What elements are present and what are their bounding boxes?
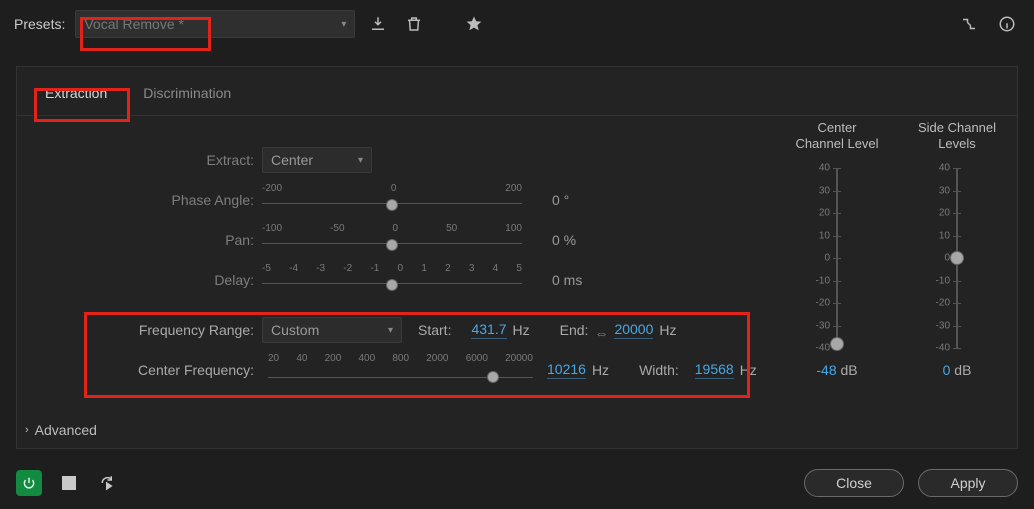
- center-freq-value[interactable]: 10216: [547, 361, 586, 379]
- effect-panel: Extraction Discrimination Extract: Cente…: [16, 66, 1018, 449]
- apply-button[interactable]: Apply: [918, 469, 1018, 497]
- presets-dropdown[interactable]: Vocal Remove * ▾: [75, 10, 355, 38]
- stop-icon[interactable]: [56, 470, 82, 496]
- center-freq-label: Center Frequency:: [37, 362, 262, 378]
- end-label: End:: [560, 322, 589, 338]
- trash-icon[interactable]: [401, 11, 427, 37]
- advanced-toggle[interactable]: › Advanced: [25, 422, 97, 438]
- start-label: Start:: [418, 322, 451, 338]
- chevron-down-icon: ▾: [358, 155, 363, 166]
- tab-extraction[interactable]: Extraction: [41, 79, 111, 107]
- side-level-db[interactable]: 0 dB: [943, 362, 972, 378]
- close-button[interactable]: Close: [804, 469, 904, 497]
- side-level-slider[interactable]: 403020100-10-20-30-40: [934, 168, 980, 348]
- start-value[interactable]: 431.7: [471, 321, 506, 339]
- center-level-title2: Channel Level: [795, 136, 878, 151]
- chevron-right-icon: ›: [25, 424, 29, 436]
- pan-slider[interactable]: -100-50050100: [262, 223, 522, 257]
- extract-dropdown[interactable]: Center ▾: [262, 147, 372, 173]
- start-unit: Hz: [513, 322, 530, 338]
- center-level-db[interactable]: -48 dB: [816, 362, 857, 378]
- end-unit: Hz: [659, 322, 676, 338]
- favorite-star-icon[interactable]: [461, 11, 487, 37]
- phase-value[interactable]: 0 °: [522, 192, 642, 208]
- chevron-down-icon: ▾: [388, 325, 393, 336]
- advanced-label: Advanced: [35, 422, 97, 438]
- freq-range-value: Custom: [271, 322, 319, 338]
- width-label: Width:: [639, 362, 679, 378]
- side-level-title1: Side Channel: [918, 120, 996, 135]
- center-level-title1: Center: [817, 120, 856, 135]
- resize-h-icon[interactable]: ⇔: [594, 325, 608, 335]
- end-value[interactable]: 20000: [614, 321, 653, 339]
- side-level-title2: Levels: [938, 136, 976, 151]
- phase-label: Phase Angle:: [37, 192, 262, 208]
- center-level-slider[interactable]: 403020100-10-20-30-40: [814, 168, 860, 348]
- tab-discrimination[interactable]: Discrimination: [139, 79, 235, 107]
- delay-slider[interactable]: -5-4-3-2-1012345: [262, 263, 522, 297]
- route-icon[interactable]: [956, 11, 982, 37]
- width-value[interactable]: 19568: [695, 361, 734, 379]
- extract-value: Center: [271, 152, 313, 168]
- freq-range-dropdown[interactable]: Custom ▾: [262, 317, 402, 343]
- center-freq-slider[interactable]: 20402004008002000600020000: [268, 353, 533, 387]
- pan-value[interactable]: 0 %: [522, 232, 642, 248]
- pan-label: Pan:: [37, 232, 262, 248]
- preset-name: Vocal Remove *: [84, 16, 184, 32]
- save-preset-icon[interactable]: [365, 11, 391, 37]
- delay-value[interactable]: 0 ms: [522, 272, 642, 288]
- delay-label: Delay:: [37, 272, 262, 288]
- extract-label: Extract:: [37, 152, 262, 168]
- presets-label: Presets:: [14, 16, 65, 32]
- loop-play-icon[interactable]: [96, 470, 122, 496]
- center-freq-unit: Hz: [592, 362, 609, 378]
- phase-slider[interactable]: -2000200: [262, 183, 522, 217]
- power-toggle[interactable]: [16, 470, 42, 496]
- chevron-down-icon: ▾: [341, 19, 346, 30]
- width-unit: Hz: [740, 362, 757, 378]
- info-icon[interactable]: [994, 11, 1020, 37]
- freq-range-label: Frequency Range:: [37, 322, 262, 338]
